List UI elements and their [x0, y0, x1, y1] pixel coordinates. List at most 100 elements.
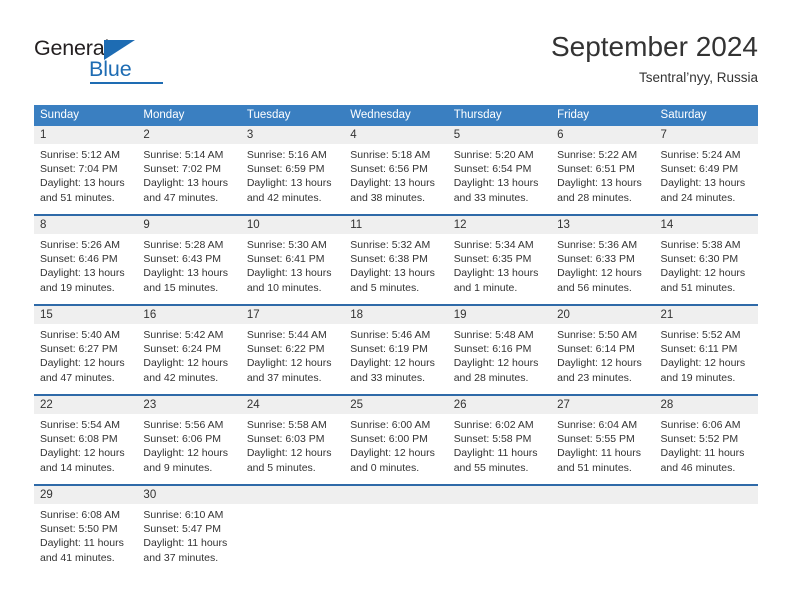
calendar-day-cell[interactable]: 28 Sunrise: 6:06 AM Sunset: 5:52 PM Dayligh…: [654, 396, 758, 484]
day-daylight1-text: Daylight: 12 hours: [453, 357, 539, 370]
day-details: Sunrise: 5:34 AM Sunset: 6:35 PM Daylight:…: [448, 234, 551, 295]
calendar-day-cell[interactable]: 20 Sunrise: 5:50 AM Sunset: 6:14 PM Dayligh…: [551, 306, 655, 394]
day-details: Sunrise: 5:18 AM Sunset: 6:56 PM Daylight:…: [344, 144, 447, 205]
calendar-day-cell[interactable]: 3 Sunrise: 5:16 AM Sunset: 6:59 PM Daylight…: [240, 126, 345, 214]
day-daylight2-text: and 28 minutes.: [557, 191, 632, 204]
day-daylight1-text: Daylight: 13 hours: [350, 177, 435, 190]
calendar-day-cell[interactable]: 27 Sunrise: 6:04 AM Sunset: 5:55 PM Dayligh…: [551, 396, 655, 484]
day-daylight2-text: and 47 minutes.: [40, 371, 115, 384]
day-sunset-text: Sunset: 6:30 PM: [660, 253, 739, 266]
day-daylight2-text: and 51 minutes.: [40, 191, 115, 204]
calendar-day-cell[interactable]: 16 Sunrise: 5:42 AM Sunset: 6:24 PM Dayligh…: [137, 306, 241, 394]
day-sunset-text: Sunset: 6:41 PM: [246, 253, 325, 266]
day-daylight1-text: Daylight: 12 hours: [40, 447, 125, 460]
day-daylight1-text: Daylight: 13 hours: [660, 177, 746, 190]
calendar-day-cell-empty: [344, 486, 448, 574]
day-sunrise-text: Sunrise: 5:54 AM: [40, 419, 120, 431]
weekday-header-thursday: Thursday: [453, 109, 502, 121]
day-number: [447, 486, 552, 504]
calendar-day-cell[interactable]: 5 Sunrise: 5:20 AM Sunset: 6:54 PM Daylight…: [447, 126, 552, 214]
day-sunset-text: Sunset: 5:55 PM: [557, 433, 635, 446]
day-sunrise-text: Sunrise: 5:40 AM: [40, 329, 120, 341]
day-details: Sunrise: 5:26 AM Sunset: 6:46 PM Daylight:…: [34, 234, 137, 295]
day-number: 25: [344, 396, 448, 414]
calendar-day-cell[interactable]: 9 Sunrise: 5:28 AM Sunset: 6:43 PM Daylight…: [137, 216, 241, 304]
day-details: Sunrise: 5:24 AM Sunset: 6:49 PM Daylight:…: [655, 144, 758, 205]
calendar-day-cell[interactable]: 29 Sunrise: 6:08 AM Sunset: 5:50 PM Dayligh…: [34, 486, 138, 574]
calendar-day-cell[interactable]: 10 Sunrise: 5:30 AM Sunset: 6:41 PM Dayligh…: [240, 216, 345, 304]
calendar-day-cell[interactable]: 26 Sunrise: 6:02 AM Sunset: 5:58 PM Dayligh…: [447, 396, 552, 484]
day-daylight1-text: Daylight: 11 hours: [40, 537, 124, 550]
day-details: [344, 504, 447, 508]
calendar-day-cell[interactable]: 15 Sunrise: 5:40 AM Sunset: 6:27 PM Dayligh…: [34, 306, 138, 394]
day-daylight2-text: and 0 minutes.: [350, 461, 420, 474]
weekday-header-tuesday: Tuesday: [246, 109, 291, 121]
day-sunset-text: Sunset: 6:11 PM: [660, 343, 738, 356]
day-details: Sunrise: 6:04 AM Sunset: 5:55 PM Daylight:…: [551, 414, 654, 475]
day-daylight1-text: Daylight: 12 hours: [143, 357, 229, 370]
calendar-day-cell[interactable]: 25 Sunrise: 6:00 AM Sunset: 6:00 PM Dayligh…: [344, 396, 448, 484]
day-daylight1-text: Daylight: 12 hours: [557, 267, 642, 280]
calendar-day-cell[interactable]: 11 Sunrise: 5:32 AM Sunset: 6:38 PM Dayligh…: [344, 216, 448, 304]
day-daylight1-text: Daylight: 12 hours: [660, 357, 746, 370]
calendar-day-cell[interactable]: 23 Sunrise: 5:56 AM Sunset: 6:06 PM Dayligh…: [137, 396, 241, 484]
calendar-day-cell[interactable]: 30 Sunrise: 6:10 AM Sunset: 5:47 PM Dayligh…: [137, 486, 241, 574]
calendar-day-cell[interactable]: 13 Sunrise: 5:36 AM Sunset: 6:33 PM Dayligh…: [551, 216, 655, 304]
day-sunset-text: Sunset: 6:24 PM: [143, 343, 222, 356]
day-sunrise-text: Sunrise: 5:24 AM: [660, 149, 741, 161]
day-sunset-text: Sunset: 6:03 PM: [246, 433, 325, 446]
calendar-day-cell[interactable]: 8 Sunrise: 5:26 AM Sunset: 6:46 PM Daylight…: [34, 216, 138, 304]
day-number: 2: [137, 126, 241, 144]
day-sunrise-text: Sunrise: 5:48 AM: [453, 329, 534, 341]
general-blue-logo[interactable]: General Blue: [34, 36, 164, 84]
day-details: Sunrise: 5:14 AM Sunset: 7:02 PM Daylight:…: [137, 144, 240, 205]
day-sunrise-text: Sunrise: 5:22 AM: [557, 149, 638, 161]
weekday-header-friday: Friday: [557, 109, 590, 121]
day-number: 9: [137, 216, 241, 234]
calendar-day-cell[interactable]: 24 Sunrise: 5:58 AM Sunset: 6:03 PM Dayligh…: [240, 396, 345, 484]
calendar-day-cell[interactable]: 17 Sunrise: 5:44 AM Sunset: 6:22 PM Dayligh…: [240, 306, 345, 394]
day-sunrise-text: Sunrise: 5:50 AM: [557, 329, 638, 341]
day-sunset-text: Sunset: 6:59 PM: [246, 163, 325, 176]
day-sunrise-text: Sunrise: 6:02 AM: [453, 419, 534, 431]
day-daylight2-text: and 41 minutes.: [40, 551, 115, 564]
calendar-day-cell[interactable]: 22 Sunrise: 5:54 AM Sunset: 6:08 PM Dayligh…: [34, 396, 138, 484]
day-sunrise-text: Sunrise: 6:08 AM: [40, 509, 120, 521]
page-subtitle-location: Tsentral’nyy, Russia: [638, 70, 758, 85]
day-sunset-text: Sunset: 6:46 PM: [40, 253, 118, 266]
day-daylight1-text: Daylight: 13 hours: [40, 267, 125, 280]
day-number: 10: [240, 216, 345, 234]
day-sunrise-text: Sunrise: 6:10 AM: [143, 509, 224, 521]
calendar-weeks: 1 Sunrise: 5:12 AM Sunset: 7:04 PM Daylight…: [34, 126, 758, 574]
day-daylight1-text: Daylight: 12 hours: [660, 267, 746, 280]
calendar-day-cell[interactable]: 14 Sunrise: 5:38 AM Sunset: 6:30 PM Dayligh…: [654, 216, 758, 304]
calendar-day-cell[interactable]: 12 Sunrise: 5:34 AM Sunset: 6:35 PM Dayligh…: [447, 216, 552, 304]
logo-underline: [90, 82, 163, 84]
calendar-day-cell[interactable]: 2 Sunrise: 5:14 AM Sunset: 7:02 PM Daylight…: [137, 126, 241, 214]
calendar-day-cell[interactable]: 7 Sunrise: 5:24 AM Sunset: 6:49 PM Daylight…: [654, 126, 758, 214]
day-sunrise-text: Sunrise: 5:58 AM: [246, 419, 327, 431]
calendar-day-cell[interactable]: 6 Sunrise: 5:22 AM Sunset: 6:51 PM Daylight…: [551, 126, 655, 214]
day-sunset-text: Sunset: 6:43 PM: [143, 253, 222, 266]
day-daylight1-text: Daylight: 11 hours: [557, 447, 641, 460]
weekday-header-row: Sunday Monday Tuesday Wednesday Thursday Frid…: [34, 105, 758, 126]
calendar-day-cell[interactable]: 18 Sunrise: 5:46 AM Sunset: 6:19 PM Dayligh…: [344, 306, 448, 394]
calendar-week-row: 15 Sunrise: 5:40 AM Sunset: 6:27 PM Dayligh…: [34, 304, 758, 394]
day-details: Sunrise: 6:10 AM Sunset: 5:47 PM Daylight:…: [137, 504, 240, 565]
calendar-day-cell[interactable]: 21 Sunrise: 5:52 AM Sunset: 6:11 PM Dayligh…: [654, 306, 758, 394]
day-details: [655, 504, 758, 508]
day-daylight1-text: Daylight: 12 hours: [246, 357, 332, 370]
calendar-day-cell[interactable]: 4 Sunrise: 5:18 AM Sunset: 6:56 PM Daylight…: [344, 126, 448, 214]
day-daylight1-text: Daylight: 12 hours: [246, 447, 332, 460]
day-daylight1-text: Daylight: 11 hours: [143, 537, 228, 550]
day-number: 16: [137, 306, 241, 324]
day-number: 30: [137, 486, 241, 504]
day-daylight2-text: and 42 minutes.: [143, 371, 219, 384]
day-daylight1-text: Daylight: 12 hours: [350, 357, 435, 370]
day-sunset-text: Sunset: 6:22 PM: [246, 343, 325, 356]
day-details: Sunrise: 5:32 AM Sunset: 6:38 PM Daylight:…: [344, 234, 447, 295]
day-details: [448, 504, 551, 508]
calendar-day-cell[interactable]: 1 Sunrise: 5:12 AM Sunset: 7:04 PM Daylight…: [34, 126, 138, 214]
calendar-day-cell[interactable]: 19 Sunrise: 5:48 AM Sunset: 6:16 PM Dayligh…: [447, 306, 552, 394]
day-daylight2-text: and 42 minutes.: [246, 191, 322, 204]
